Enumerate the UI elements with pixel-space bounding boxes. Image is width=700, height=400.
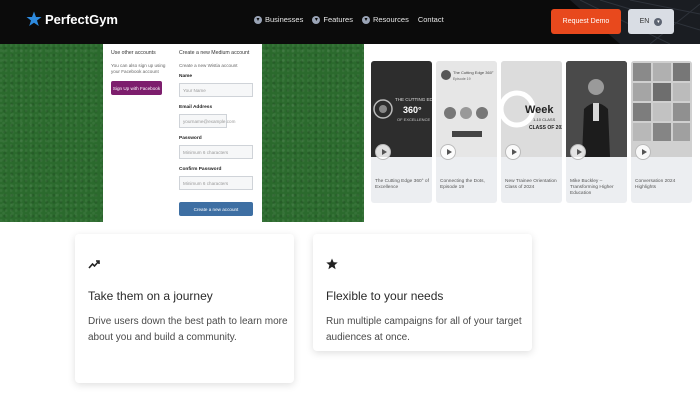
confirm-password-input[interactable]: Minimum 6 characters: [179, 176, 253, 190]
video-thumbnail-graphic: THE CUTTING EDGE 360° OF EXCELLENCE: [373, 97, 432, 122]
feature-description: Drive users down the best path to learn …: [88, 316, 288, 343]
email-input[interactable]: yourname@example.com: [179, 114, 235, 128]
nav-label: Resources: [372, 15, 409, 24]
name-label: Name: [179, 74, 193, 79]
svg-text:CLASS OF 2024: CLASS OF 2024: [529, 125, 562, 131]
nav-item-contact[interactable]: Contact: [418, 15, 444, 24]
main-nav: ▾ Businesses ▾ Features ▾ Resources Cont…: [254, 15, 444, 24]
video-card[interactable]: Mike Buckley – Transforming Higher Educa…: [566, 61, 627, 203]
nav-item-features[interactable]: ▾ Features: [312, 15, 353, 24]
video-thumbnail-graphic: [566, 61, 627, 157]
feature-card: Flexible to your needs Run multiple camp…: [313, 234, 532, 351]
logo[interactable]: PerfectGym: [26, 11, 118, 27]
chevron-down-icon: ▾: [361, 15, 370, 24]
signup-form-panel: Use other accounts You can also sign up …: [103, 44, 262, 222]
chevron-down-icon: ▾: [654, 17, 663, 26]
video-thumbnail: [566, 61, 627, 157]
video-title: New Trainee Orientation Class of 2024: [505, 179, 557, 190]
logo-star-icon: [26, 11, 42, 26]
grass-background: [262, 44, 364, 222]
social-text: You can also sign up using your Facebook…: [111, 63, 166, 74]
svg-text:360°: 360°: [403, 105, 422, 115]
video-thumbnail: Week 1-10 CLASS CLASS OF 2024: [501, 61, 562, 157]
feature-title: Take them on a journey: [88, 289, 213, 303]
video-thumbnail-graphic: [633, 63, 690, 141]
video-title: The Cutting Edge 360° of Excellence: [375, 179, 429, 190]
video-gallery: THE CUTTING EDGE 360° OF EXCELLENCE The …: [364, 44, 700, 222]
chevron-down-icon: ▾: [312, 15, 321, 24]
create-account-heading: Create a new Medium account: [179, 50, 250, 56]
confirm-password-label: Confirm Password: [179, 167, 222, 172]
language-label: EN: [639, 18, 650, 25]
play-icon: [440, 144, 456, 160]
video-title: Conversation 2024 Highlights: [635, 179, 676, 190]
feature-title: Flexible to your needs: [326, 289, 444, 303]
video-thumbnail: [631, 61, 692, 157]
chevron-down-icon: ▾: [254, 15, 262, 24]
play-icon: [505, 144, 521, 160]
email-label: Email Address: [179, 105, 213, 110]
nav-item-resources[interactable]: ▾ Resources: [361, 15, 409, 24]
facebook-signup-button[interactable]: Sign Up with Facebook: [111, 81, 162, 95]
language-button[interactable]: EN ▾: [628, 9, 674, 34]
create-account-button[interactable]: Create a new account: [179, 202, 253, 216]
svg-text:The Cutting Edge 360°: The Cutting Edge 360°: [453, 70, 494, 75]
site-header: PerfectGym ▾ Businesses ▾ Features ▾ Res…: [0, 0, 700, 44]
video-thumbnail-graphic: Week 1-10 CLASS CLASS OF 2024: [501, 90, 562, 131]
grass-background: [0, 44, 103, 222]
svg-text:1-10 CLASS: 1-10 CLASS: [533, 117, 556, 122]
nav-label: Businesses: [265, 15, 304, 24]
feature-card: Take them on a journey Drive users down …: [75, 234, 294, 383]
svg-text:OF EXCELLENCE: OF EXCELLENCE: [397, 117, 430, 122]
play-icon: [570, 144, 586, 160]
star-icon: [326, 258, 338, 270]
video-title: Connecting the Dots, Episode 19: [440, 179, 485, 190]
video-card[interactable]: The Cutting Edge 360° Episode 19 Connect…: [436, 61, 497, 203]
video-card[interactable]: THE CUTTING EDGE 360° OF EXCELLENCE The …: [371, 61, 432, 203]
svg-text:Week: Week: [525, 104, 554, 116]
request-demo-button[interactable]: Request Demo: [551, 9, 621, 34]
password-input[interactable]: Minimum 6 characters: [179, 145, 253, 159]
video-thumbnail: The Cutting Edge 360° Episode 19: [436, 61, 497, 157]
play-icon: [375, 144, 391, 160]
svg-text:Episode 19: Episode 19: [453, 77, 471, 81]
nav-label: Features: [323, 15, 353, 24]
logo-text: PerfectGym: [45, 11, 118, 27]
video-thumbnail-graphic: The Cutting Edge 360° Episode 19: [441, 70, 494, 137]
video-card[interactable]: Conversation 2024 Highlights: [631, 61, 692, 203]
video-card[interactable]: Week 1-10 CLASS CLASS OF 2024 New Traine…: [501, 61, 562, 203]
svg-text:THE CUTTING EDGE: THE CUTTING EDGE: [395, 97, 432, 102]
create-account-text: Create a new Wistia account: [179, 63, 238, 68]
nav-item-businesses[interactable]: ▾ Businesses: [254, 15, 303, 24]
social-heading: Use other accounts: [111, 50, 156, 56]
feature-description: Run multiple campaigns for all of your t…: [326, 316, 522, 343]
password-label: Password: [179, 136, 202, 141]
video-thumbnail: THE CUTTING EDGE 360° OF EXCELLENCE: [371, 61, 432, 157]
trending-up-icon: [88, 260, 100, 269]
name-input[interactable]: Your Name: [179, 83, 253, 97]
play-icon: [635, 144, 651, 160]
nav-label: Contact: [417, 15, 444, 24]
video-title: Mike Buckley – Transforming Higher Educa…: [570, 179, 614, 196]
